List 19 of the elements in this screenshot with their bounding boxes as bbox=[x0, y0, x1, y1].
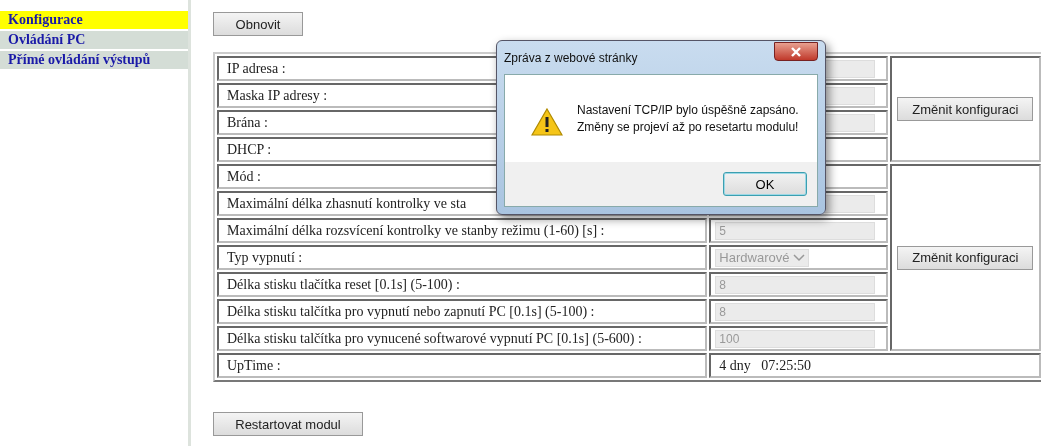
refresh-button[interactable]: Obnovit bbox=[213, 12, 303, 36]
table-cell: Typ vypnutí : bbox=[217, 245, 708, 270]
table-cell: Délka stisku tlačítka reset [0.1s] (5-100) : bbox=[217, 272, 708, 297]
change-config-button[interactable]: Změnit konfiguraci bbox=[897, 245, 1034, 270]
nav-link[interactable]: Ovládání PC bbox=[0, 31, 188, 49]
warning-icon bbox=[531, 106, 563, 137]
close-icon bbox=[790, 46, 802, 57]
table-cell: Maximální délka rozsvícení kontrolky ve stanby režimu (1-60) [s] : bbox=[217, 218, 708, 243]
table-cell: Délka stisku talčítka pro vypnutí nebo zapnutí PC [0.1s] (5-100) : bbox=[217, 299, 708, 324]
uptime-value: 4 dny 07:25:50 bbox=[709, 353, 1041, 378]
nav-link[interactable]: Konfigurace bbox=[0, 11, 188, 29]
table-cell: Délka stisku talčítka pro vynucené softwarové vypnutí PC [0.1s] (5-600) : bbox=[217, 326, 708, 351]
close-button[interactable] bbox=[774, 42, 818, 61]
nav-link[interactable]: Přímé ovládání výstupů bbox=[0, 51, 188, 69]
table-cell: UpTime : bbox=[217, 353, 708, 378]
change-config-button[interactable]: Změnit konfiguraci bbox=[897, 97, 1034, 121]
restart-button[interactable]: Restartovat modul bbox=[213, 412, 363, 436]
ok-button[interactable]: OK bbox=[723, 172, 807, 196]
chevron-icon bbox=[793, 253, 806, 262]
